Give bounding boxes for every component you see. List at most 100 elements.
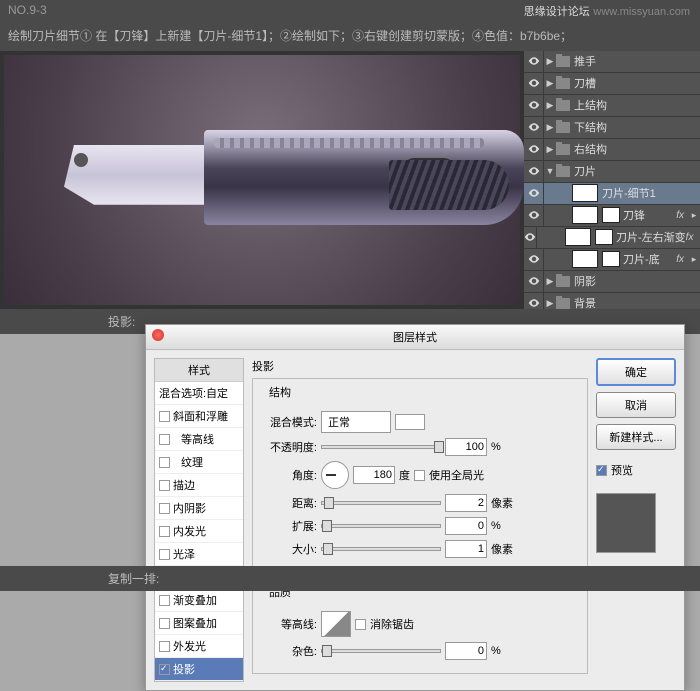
mask-thumbnail[interactable] <box>595 229 613 245</box>
style-item[interactable]: 斜面和浮雕 <box>155 405 243 428</box>
layer-thumbnail[interactable] <box>572 184 598 202</box>
style-checkbox[interactable] <box>159 457 170 468</box>
opacity-slider[interactable] <box>321 445 441 449</box>
style-item[interactable]: 图案叠加 <box>155 612 243 635</box>
distance-slider[interactable] <box>321 501 441 505</box>
watermark: 思缘设计论坛 www.missyuan.com <box>524 3 690 19</box>
layer-row[interactable]: ▼ 刀片 <box>524 161 700 183</box>
size-input[interactable] <box>445 540 487 558</box>
dialog-titlebar[interactable]: 图层样式 <box>146 325 684 350</box>
layer-name: 下结构 <box>574 119 700 135</box>
fx-badge[interactable]: fx <box>686 232 694 243</box>
section-label-copy: 复制一排: <box>0 566 700 591</box>
style-checkbox[interactable] <box>159 641 170 652</box>
folder-icon <box>556 298 570 309</box>
style-item[interactable]: 光泽 <box>155 543 243 566</box>
disclosure-icon[interactable]: ▶ <box>544 298 556 309</box>
spread-slider[interactable] <box>321 524 441 528</box>
ok-button[interactable]: 确定 <box>596 358 676 386</box>
layer-row[interactable]: ▶ 上结构 <box>524 95 700 117</box>
style-checkbox[interactable] <box>159 618 170 629</box>
layer-row[interactable]: 刀片-细节1 <box>524 183 700 205</box>
style-checkbox[interactable] <box>159 503 170 514</box>
style-checkbox[interactable] <box>159 664 170 675</box>
close-icon[interactable] <box>152 329 164 341</box>
style-list: 样式 混合选项:自定 斜面和浮雕等高线纹理描边内阴影内发光光泽颜色叠加渐变叠加图… <box>154 358 244 682</box>
layer-row[interactable]: ▶右结构 <box>524 139 700 161</box>
step-number: NO.9-3 <box>8 3 47 17</box>
style-item[interactable]: 投影 <box>155 658 243 681</box>
disclosure-icon[interactable]: ▶ <box>544 78 556 89</box>
layer-row[interactable]: 刀片-左右渐变fx▸ <box>524 227 700 249</box>
style-checkbox[interactable] <box>159 411 170 422</box>
layer-row[interactable]: 刀片-底fx▸ <box>524 249 700 271</box>
disclosure-icon[interactable]: ▶ <box>544 122 556 133</box>
disclosure-icon[interactable]: ▶ <box>544 144 556 155</box>
style-item[interactable]: 描边 <box>155 474 243 497</box>
style-checkbox[interactable] <box>159 526 170 537</box>
style-checkbox[interactable] <box>159 595 170 606</box>
layer-row[interactable]: ▶阴影 <box>524 271 700 293</box>
folder-icon <box>556 166 570 177</box>
disclosure-icon[interactable]: ▼ <box>544 166 556 176</box>
layer-row[interactable]: ▶ 下结构 <box>524 117 700 139</box>
opacity-input[interactable] <box>445 438 487 456</box>
layer-name: 刀片 <box>574 163 700 179</box>
visibility-icon[interactable] <box>524 95 544 116</box>
instruction-text: 绘制刀片细节① 在【刀锋】上新建【刀片-细节1】；②绘制如下；③右键创建剪切蒙版… <box>0 22 700 51</box>
layers-panel[interactable]: ▶推手▶刀槽▶上结构▶下结构▶右结构▼刀片刀片-细节1刀锋fx▸刀片-左右渐变f… <box>524 51 700 309</box>
blend-mode-select[interactable]: 正常 <box>321 411 391 433</box>
mask-thumbnail[interactable] <box>602 251 620 267</box>
workspace: ▶推手▶刀槽▶上结构▶下结构▶右结构▼刀片刀片-细节1刀锋fx▸刀片-左右渐变f… <box>0 51 700 309</box>
style-item[interactable]: 内阴影 <box>155 497 243 520</box>
layer-thumbnail[interactable] <box>572 206 598 224</box>
layer-row[interactable]: ▶背景 <box>524 293 700 309</box>
folder-icon <box>556 56 570 67</box>
noise-slider[interactable] <box>321 649 441 653</box>
disclosure-icon[interactable]: ▶ <box>544 100 556 111</box>
size-slider[interactable] <box>321 547 441 551</box>
visibility-icon[interactable] <box>524 51 544 72</box>
angle-dial[interactable] <box>321 461 349 489</box>
preview-checkbox[interactable] <box>596 465 607 476</box>
layer-row[interactable]: ▶刀槽 <box>524 73 700 95</box>
global-light-checkbox[interactable] <box>414 470 425 481</box>
layer-name: 刀片-底 <box>623 251 676 267</box>
style-checkbox[interactable] <box>159 434 170 445</box>
antialias-checkbox[interactable] <box>355 619 366 630</box>
fx-badge[interactable]: fx <box>676 210 684 221</box>
color-swatch[interactable] <box>395 414 425 430</box>
disclosure-icon[interactable]: ▶ <box>544 276 556 287</box>
layer-row[interactable]: ▶推手 <box>524 51 700 73</box>
layer-name: 上结构 <box>574 97 700 113</box>
spread-input[interactable] <box>445 517 487 535</box>
style-checkbox[interactable] <box>159 480 170 491</box>
noise-input[interactable] <box>445 642 487 660</box>
visibility-icon[interactable] <box>524 271 544 292</box>
angle-input[interactable] <box>353 466 395 484</box>
visibility-icon[interactable] <box>524 293 544 309</box>
disclosure-icon[interactable]: ▶ <box>544 56 556 67</box>
section-title: 投影 <box>252 358 588 374</box>
layer-row[interactable]: 刀锋fx▸ <box>524 205 700 227</box>
mask-thumbnail[interactable] <box>602 207 620 223</box>
distance-input[interactable] <box>445 494 487 512</box>
visibility-icon[interactable] <box>524 249 544 270</box>
canvas-area[interactable] <box>4 55 520 305</box>
preview-swatch <box>596 493 656 553</box>
style-item[interactable]: 等高线 <box>155 428 243 451</box>
style-item[interactable]: 渐变叠加 <box>155 589 243 612</box>
layer-thumbnail[interactable] <box>565 228 591 246</box>
style-item[interactable]: 外发光 <box>155 635 243 658</box>
blend-options-item[interactable]: 混合选项:自定 <box>155 382 243 405</box>
cancel-button[interactable]: 取消 <box>596 392 676 418</box>
layer-thumbnail[interactable] <box>572 250 598 268</box>
style-checkbox[interactable] <box>159 549 170 560</box>
dialog-title: 图层样式 <box>393 332 437 344</box>
new-style-button[interactable]: 新建样式... <box>596 424 676 450</box>
fx-badge[interactable]: fx <box>676 254 684 265</box>
style-item[interactable]: 内发光 <box>155 520 243 543</box>
contour-picker[interactable] <box>321 611 351 637</box>
style-item[interactable]: 纹理 <box>155 451 243 474</box>
visibility-icon[interactable] <box>524 73 544 94</box>
